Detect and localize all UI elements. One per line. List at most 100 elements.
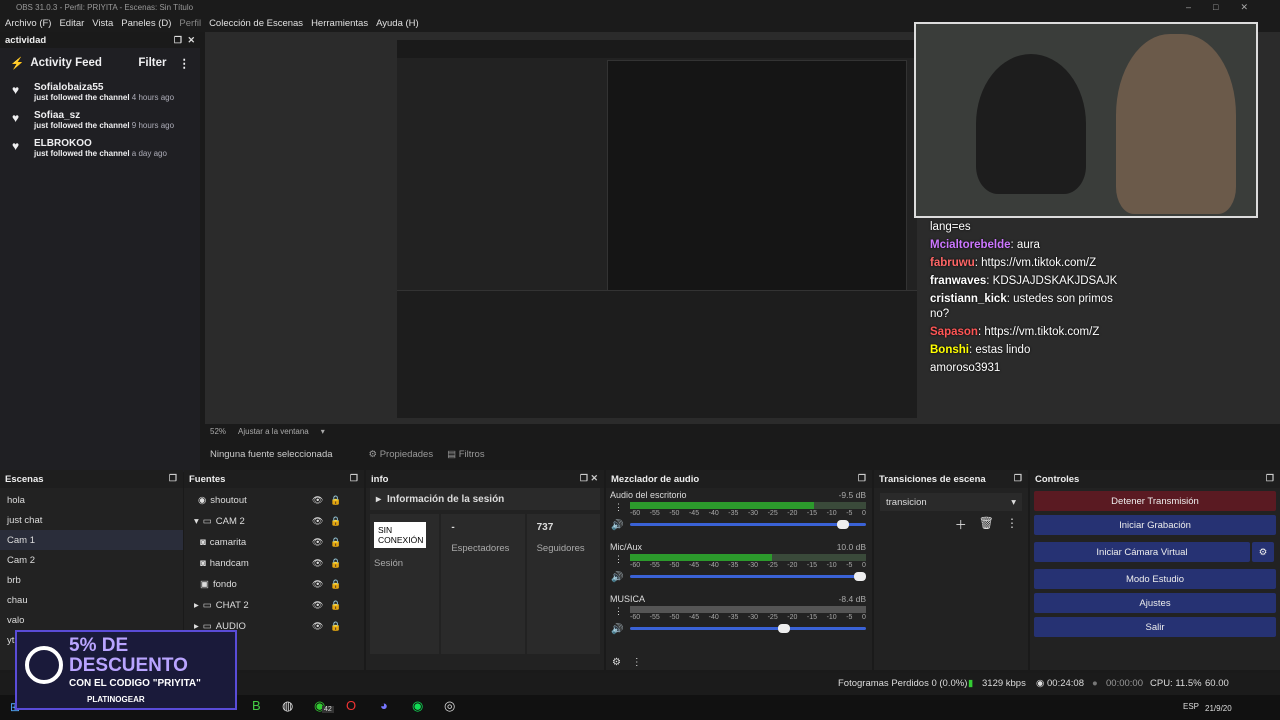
- volume-slider[interactable]: [630, 624, 866, 633]
- nested-obs-capture: [397, 40, 917, 418]
- menu-paneles[interactable]: Paneles (D): [121, 18, 171, 29]
- exit-button[interactable]: Salir: [1034, 617, 1276, 637]
- volume-slider[interactable]: [630, 520, 866, 529]
- float-icon[interactable]: ❐ ✕: [580, 473, 598, 484]
- studio-mode-button[interactable]: Modo Estudio: [1034, 569, 1276, 589]
- filters-button[interactable]: ▤ Filtros: [447, 449, 485, 460]
- viewers-label: Espectadores: [451, 543, 510, 554]
- menu-perfil[interactable]: Perfil: [179, 18, 201, 29]
- chevron-down-icon[interactable]: ▾: [321, 427, 325, 436]
- opera-icon[interactable]: O: [346, 698, 356, 713]
- meter-fill: [630, 554, 772, 561]
- scene-item[interactable]: Cam 2: [0, 550, 183, 570]
- volume-knob[interactable]: [778, 624, 791, 633]
- scene-item[interactable]: brb: [0, 570, 183, 590]
- menu-archivo[interactable]: Archivo (F): [5, 18, 51, 29]
- source-group[interactable]: ▸ ▭ CHAT 2 👁 🔒: [184, 595, 364, 616]
- menu-coleccion[interactable]: Colección de Escenas: [209, 18, 303, 29]
- speaker-muted-icon[interactable]: 🔊: [611, 624, 623, 635]
- speaker-icon[interactable]: 🔊: [611, 572, 623, 583]
- eye-icon[interactable]: 👁: [312, 516, 323, 527]
- source-item[interactable]: ◉ shoutout 👁 🔒: [184, 490, 364, 511]
- activity-time: 9 hours ago: [131, 121, 175, 130]
- eye-icon[interactable]: 👁: [312, 579, 323, 590]
- add-icon[interactable]: ＋: [955, 516, 967, 533]
- eye-icon[interactable]: 👁: [312, 621, 323, 632]
- scene-item[interactable]: valo: [0, 610, 183, 630]
- settings-button[interactable]: Ajustes: [1034, 593, 1276, 613]
- discord-icon[interactable]: ◕: [380, 698, 388, 713]
- start-recording-button[interactable]: Iniciar Grabación: [1034, 515, 1276, 535]
- scale-tick: -55: [649, 614, 660, 621]
- float-icon[interactable]: ❐: [1266, 473, 1274, 484]
- more-icon[interactable]: ⋮: [614, 606, 623, 617]
- transition-select[interactable]: transicion ▾: [880, 493, 1022, 511]
- lock-icon[interactable]: 🔒: [330, 621, 341, 632]
- lock-icon[interactable]: 🔒: [330, 558, 341, 569]
- scale-tick: -45: [688, 614, 700, 621]
- float-icon[interactable]: ❐: [169, 473, 177, 484]
- zoom-fit-select[interactable]: Ajustar a la ventana: [238, 427, 309, 436]
- track-name: MUSICA: [610, 594, 646, 604]
- lock-icon[interactable]: 🔒: [330, 516, 341, 527]
- menu-vista[interactable]: Vista: [92, 18, 113, 29]
- scene-item-selected[interactable]: Cam 1: [0, 530, 183, 550]
- volume-slider[interactable]: [630, 572, 866, 581]
- speaker-icon[interactable]: 🔊: [611, 520, 623, 531]
- eye-icon[interactable]: 👁: [312, 537, 323, 548]
- app-icon[interactable]: B: [252, 698, 261, 713]
- close-icon[interactable]: ✕: [187, 35, 195, 46]
- gear-icon[interactable]: ⚙: [1252, 542, 1274, 562]
- eye-icon[interactable]: 👁: [312, 495, 323, 506]
- more-icon[interactable]: ⋮: [632, 657, 642, 668]
- lightning-icon: ⚡: [10, 58, 25, 70]
- spotify-icon[interactable]: ◉: [412, 698, 423, 714]
- promo-line2: DESCUENTO: [69, 655, 188, 676]
- menu-herramientas[interactable]: Herramientas: [311, 18, 368, 29]
- viewers-value: -: [451, 522, 455, 533]
- properties-button[interactable]: ⚙ Propiedades: [369, 449, 434, 460]
- trash-icon[interactable]: 🗑: [979, 516, 994, 533]
- lock-icon[interactable]: 🔒: [330, 495, 341, 506]
- menu-ayuda[interactable]: Ayuda (H): [376, 18, 419, 29]
- source-item[interactable]: ▣ fondo 👁 🔒: [184, 574, 364, 595]
- image-icon: ▣: [200, 579, 209, 590]
- float-icon[interactable]: ❐: [858, 473, 866, 484]
- source-item[interactable]: ◙ handcam 👁 🔒: [184, 553, 364, 574]
- float-icon[interactable]: ❐: [174, 35, 182, 46]
- stop-stream-button[interactable]: Detener Transmisión: [1034, 491, 1276, 511]
- menu-editar[interactable]: Editar: [59, 18, 84, 29]
- volume-knob[interactable]: [854, 572, 866, 581]
- source-item[interactable]: ◙ camarita 👁 🔒: [184, 532, 364, 553]
- promo-line3: CON EL CODIGO "PRIYITA": [69, 678, 201, 689]
- volume-knob[interactable]: [837, 520, 850, 529]
- lock-icon[interactable]: 🔒: [330, 579, 341, 590]
- more-icon[interactable]: ⋮: [614, 554, 623, 565]
- language-indicator[interactable]: ESP: [1183, 702, 1199, 711]
- window-controls[interactable]: –□✕: [1186, 0, 1270, 15]
- heart-icon: ♥: [12, 83, 20, 97]
- source-group[interactable]: ▾ ▭ CAM 2 👁 🔒: [184, 511, 364, 532]
- more-icon[interactable]: ⋮: [179, 56, 191, 70]
- lock-icon[interactable]: 🔒: [330, 537, 341, 548]
- eye-icon[interactable]: 👁: [312, 600, 323, 611]
- lock-icon[interactable]: 🔒: [330, 600, 341, 611]
- promo-brand: PLATINOGEAR: [87, 695, 145, 704]
- scene-item[interactable]: just chat: [0, 510, 183, 530]
- float-icon[interactable]: ❐: [1014, 473, 1022, 484]
- transition-actions: ＋ 🗑 ⋮: [874, 516, 1028, 533]
- eye-icon[interactable]: 👁: [312, 558, 323, 569]
- virtual-camera-button[interactable]: Iniciar Cámara Virtual: [1034, 542, 1250, 562]
- scene-item[interactable]: chau: [0, 590, 183, 610]
- scale-tick: -30: [747, 562, 759, 569]
- more-icon[interactable]: ⋮: [1006, 516, 1018, 533]
- scale-tick: 0: [861, 562, 866, 569]
- obs-icon[interactable]: ◎: [444, 698, 455, 714]
- more-icon[interactable]: ⋮: [614, 502, 623, 513]
- float-icon[interactable]: ❐: [350, 473, 358, 484]
- scene-item[interactable]: hola: [0, 490, 183, 510]
- filter-button[interactable]: Filter: [138, 57, 166, 69]
- app-icon[interactable]: ◍: [282, 698, 293, 714]
- promo-line1: 5% DE: [69, 635, 129, 656]
- gear-icon[interactable]: ⚙: [612, 657, 621, 668]
